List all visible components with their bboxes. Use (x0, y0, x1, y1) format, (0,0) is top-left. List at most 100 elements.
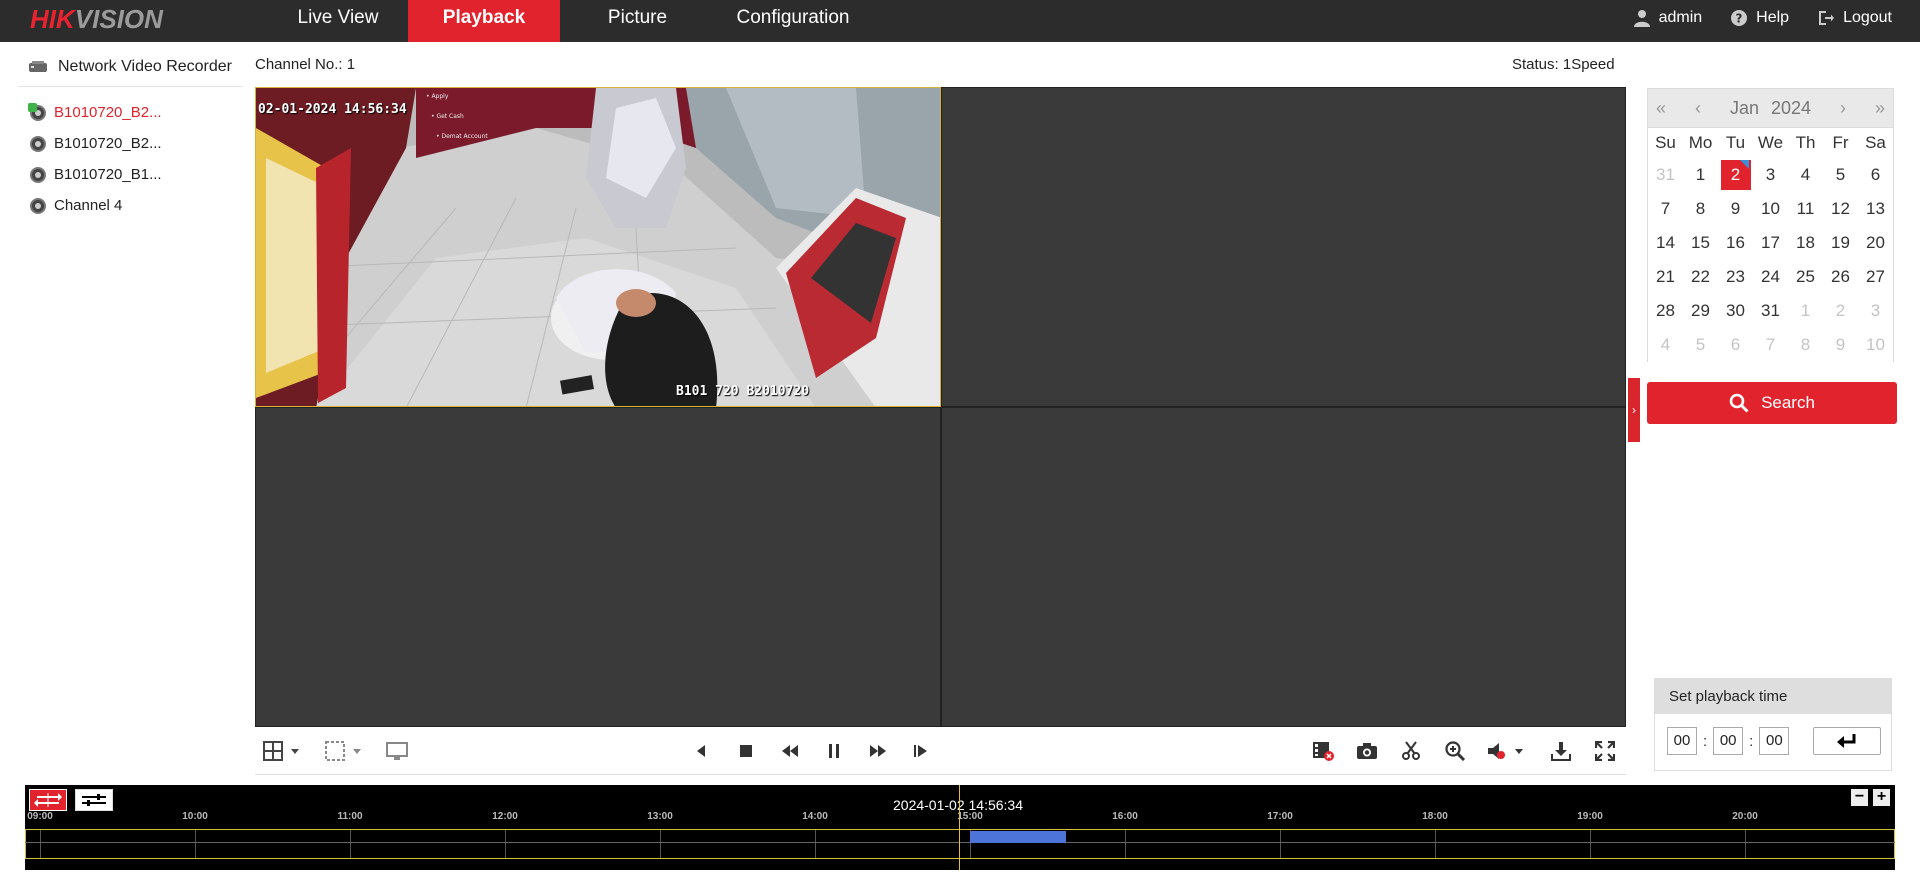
calendar-day[interactable]: 3 (1858, 294, 1893, 328)
download-button[interactable] (1549, 739, 1573, 763)
calendar-day[interactable]: 11 (1788, 192, 1823, 226)
reverse-play-button[interactable] (689, 739, 713, 763)
calendar-day[interactable]: 5 (1683, 328, 1718, 362)
calendar-day[interactable]: 18 (1788, 226, 1823, 260)
calendar-day[interactable]: 2 (1823, 294, 1858, 328)
stop-button[interactable] (734, 739, 758, 763)
recording-segment[interactable] (970, 831, 1066, 843)
calendar-day[interactable]: 26 (1823, 260, 1858, 294)
calendar-day[interactable]: 3 (1753, 158, 1788, 192)
next-year-icon[interactable]: » (1875, 98, 1885, 119)
pause-button[interactable] (822, 739, 846, 763)
video-pane-3[interactable] (255, 407, 941, 727)
tab-picture[interactable]: Picture (560, 0, 715, 42)
calendar-day[interactable]: 31 (1753, 294, 1788, 328)
tree-root[interactable]: Network Video Recorder (18, 52, 243, 87)
help-button[interactable]: ? Help (1730, 9, 1789, 27)
collapse-panel-button[interactable]: › (1628, 378, 1640, 442)
go-to-time-button[interactable] (1813, 727, 1882, 755)
prev-year-icon[interactable]: « (1656, 98, 1666, 119)
digital-zoom-button[interactable] (1443, 739, 1467, 763)
calendar-day[interactable]: 15 (1683, 226, 1718, 260)
calendar-day[interactable]: 16 (1718, 226, 1753, 260)
second-input[interactable]: 00 (1759, 727, 1790, 755)
calendar-day[interactable]: 6 (1718, 328, 1753, 362)
snapshot-button[interactable] (1355, 739, 1379, 763)
calendar-day[interactable]: 7 (1648, 192, 1683, 226)
audio-dropdown[interactable] (1487, 739, 1527, 763)
clip-error-button[interactable] (1311, 739, 1335, 763)
fullscreen-button[interactable] (1593, 739, 1617, 763)
hour-input[interactable]: 00 (1667, 727, 1697, 755)
next-month-icon[interactable]: › (1840, 98, 1846, 119)
timeline-tick-label: 13:00 (647, 811, 673, 822)
video-pane-1[interactable]: • Apply • Get Cash • Demat Account 02-01-2… (255, 87, 941, 407)
calendar-day[interactable]: 10 (1753, 192, 1788, 226)
top-bar: HIKVISION Live View Playback Picture Con… (0, 0, 1920, 42)
calendar-day[interactable]: 14 (1648, 226, 1683, 260)
calendar-day[interactable]: 23 (1718, 260, 1753, 294)
video-pane-4[interactable] (941, 407, 1626, 727)
timeline[interactable]: 2024-01-02 14:56:34 − + 09:00 10:00 11:00 1… (25, 785, 1895, 877)
calendar-day[interactable]: 19 (1823, 226, 1858, 260)
help-label: Help (1756, 9, 1790, 26)
timeline-track[interactable] (25, 829, 1895, 859)
calendar-day[interactable]: 6 (1858, 158, 1893, 192)
tab-live-view[interactable]: Live View (268, 0, 408, 42)
calendar-day[interactable]: 9 (1718, 192, 1753, 226)
sync-arrows-icon (34, 793, 62, 807)
sync-toggle-button[interactable] (29, 789, 67, 811)
tree-channel-2[interactable]: B1010720_B2... (18, 128, 243, 159)
calendar-day[interactable]: 25 (1788, 260, 1823, 294)
calendar-day[interactable]: 12 (1823, 192, 1858, 226)
calendar-day[interactable]: 30 (1718, 294, 1753, 328)
tab-configuration[interactable]: Configuration (715, 0, 871, 42)
calendar-day[interactable]: 17 (1753, 226, 1788, 260)
calendar-day[interactable]: 21 (1648, 260, 1683, 294)
camera-icon (30, 166, 46, 183)
user-button[interactable]: admin (1633, 9, 1702, 27)
timeline-settings-button[interactable] (75, 789, 113, 811)
sliders-icon (82, 794, 106, 806)
prev-month-icon[interactable]: ‹ (1695, 98, 1701, 119)
calendar-day[interactable]: 7 (1753, 328, 1788, 362)
zoom-in-button[interactable]: + (1873, 789, 1890, 806)
single-frame-button[interactable] (909, 739, 933, 763)
tab-playback[interactable]: Playback (408, 0, 560, 42)
calendar-day[interactable]: 27 (1858, 260, 1893, 294)
calendar-day[interactable]: 24 (1753, 260, 1788, 294)
video-pane-2[interactable] (941, 87, 1626, 407)
search-button[interactable]: Search (1647, 382, 1897, 424)
timeline-cursor[interactable] (959, 785, 960, 877)
calendar-day[interactable]: 28 (1648, 294, 1683, 328)
calendar-day[interactable]: 4 (1648, 328, 1683, 362)
calendar-day[interactable]: 29 (1683, 294, 1718, 328)
fast-forward-button[interactable] (866, 739, 890, 763)
calendar-day[interactable]: 22 (1683, 260, 1718, 294)
timeline-tick-label: 11:00 (337, 811, 363, 822)
calendar-day[interactable]: 9 (1823, 328, 1858, 362)
calendar-day[interactable]: 1 (1788, 294, 1823, 328)
calendar-day-number: 8 (1695, 199, 1706, 218)
calendar-day[interactable]: 20 (1858, 226, 1893, 260)
slow-forward-button[interactable] (778, 739, 802, 763)
calendar-day[interactable]: 4 (1788, 158, 1823, 192)
tree-channel-1[interactable]: B1010720_B2... (18, 97, 243, 128)
tree-channel-4[interactable]: Channel 4 (18, 190, 243, 221)
calendar-day-selected[interactable]: 2 (1718, 158, 1753, 192)
minute-input[interactable]: 00 (1713, 727, 1744, 755)
layout-dropdown[interactable] (263, 739, 303, 763)
calendar-day[interactable]: 8 (1683, 192, 1718, 226)
logout-button[interactable]: Logout (1817, 9, 1892, 27)
clip-button[interactable] (1399, 739, 1423, 763)
calendar-day[interactable]: 1 (1683, 158, 1718, 192)
calendar-day[interactable]: 10 (1858, 328, 1893, 362)
capture-dropdown[interactable] (325, 739, 365, 763)
calendar-day[interactable]: 13 (1858, 192, 1893, 226)
tree-channel-3[interactable]: B1010720_B1... (18, 159, 243, 190)
zoom-out-button[interactable]: − (1851, 789, 1868, 806)
calendar-day[interactable]: 31 (1648, 158, 1683, 192)
stop-all-button[interactable] (385, 739, 409, 763)
calendar-day[interactable]: 8 (1788, 328, 1823, 362)
calendar-day[interactable]: 5 (1823, 158, 1858, 192)
